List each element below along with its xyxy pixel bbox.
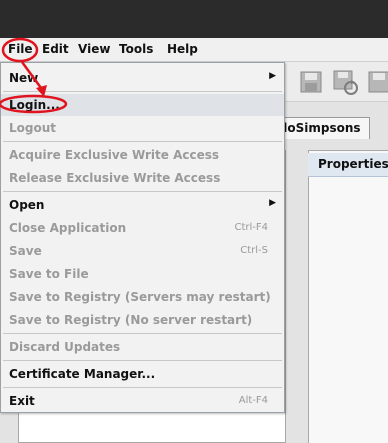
- menu-item-discard-updates[interactable]: Discard Updates: [1, 336, 284, 358]
- menu-item-save-registry-no-restart[interactable]: Save to Registry (No server restart): [1, 309, 284, 331]
- menu-separator: [3, 191, 282, 192]
- menu-item-open[interactable]: Open ▶: [1, 194, 284, 216]
- refresh-save-icon[interactable]: [331, 68, 359, 96]
- menu-item-new[interactable]: New ▶: [1, 67, 284, 89]
- submenu-arrow-icon: ▶: [269, 71, 276, 81]
- menu-tools[interactable]: Tools: [119, 42, 153, 56]
- menu-separator: [3, 360, 282, 361]
- menu-item-save[interactable]: Save Ctrl-S: [1, 240, 284, 262]
- menu-item-release-write[interactable]: Release Exclusive Write Access: [1, 167, 284, 189]
- menu-item-exit[interactable]: Exit Alt-F4: [1, 390, 284, 412]
- save-all-icon[interactable]: [365, 68, 388, 96]
- menu-item-save-to-file[interactable]: Save to File: [1, 263, 284, 285]
- menu-item-certificate-manager[interactable]: Certificate Manager...: [1, 363, 284, 385]
- menu-bar: File Edit View Tools Help: [0, 38, 388, 62]
- menu-edit[interactable]: Edit: [42, 42, 69, 56]
- save-icon[interactable]: [297, 68, 325, 96]
- menu-separator: [3, 141, 282, 142]
- window-titlebar: [0, 0, 388, 38]
- file-menu-dropdown: New ▶ Login... Logout Acquire Exclusive …: [0, 62, 285, 413]
- menu-file[interactable]: File: [8, 42, 33, 56]
- properties-title: Properties: [308, 153, 388, 177]
- menu-view[interactable]: View: [78, 42, 110, 56]
- menu-item-close-application[interactable]: Close Application Ctrl-F4: [1, 217, 284, 239]
- properties-panel: [308, 150, 388, 443]
- menu-item-acquire-write[interactable]: Acquire Exclusive Write Access: [1, 144, 284, 166]
- submenu-arrow-icon: ▶: [269, 198, 276, 208]
- menu-item-login[interactable]: Login...: [1, 94, 284, 116]
- menu-separator: [3, 387, 282, 388]
- menu-help[interactable]: Help: [167, 42, 198, 56]
- menu-separator: [3, 91, 282, 92]
- menu-separator: [3, 333, 282, 334]
- toolbar: [285, 62, 388, 102]
- menu-item-logout[interactable]: Logout: [1, 117, 284, 139]
- menu-item-save-registry-restart[interactable]: Save to Registry (Servers may restart): [1, 286, 284, 308]
